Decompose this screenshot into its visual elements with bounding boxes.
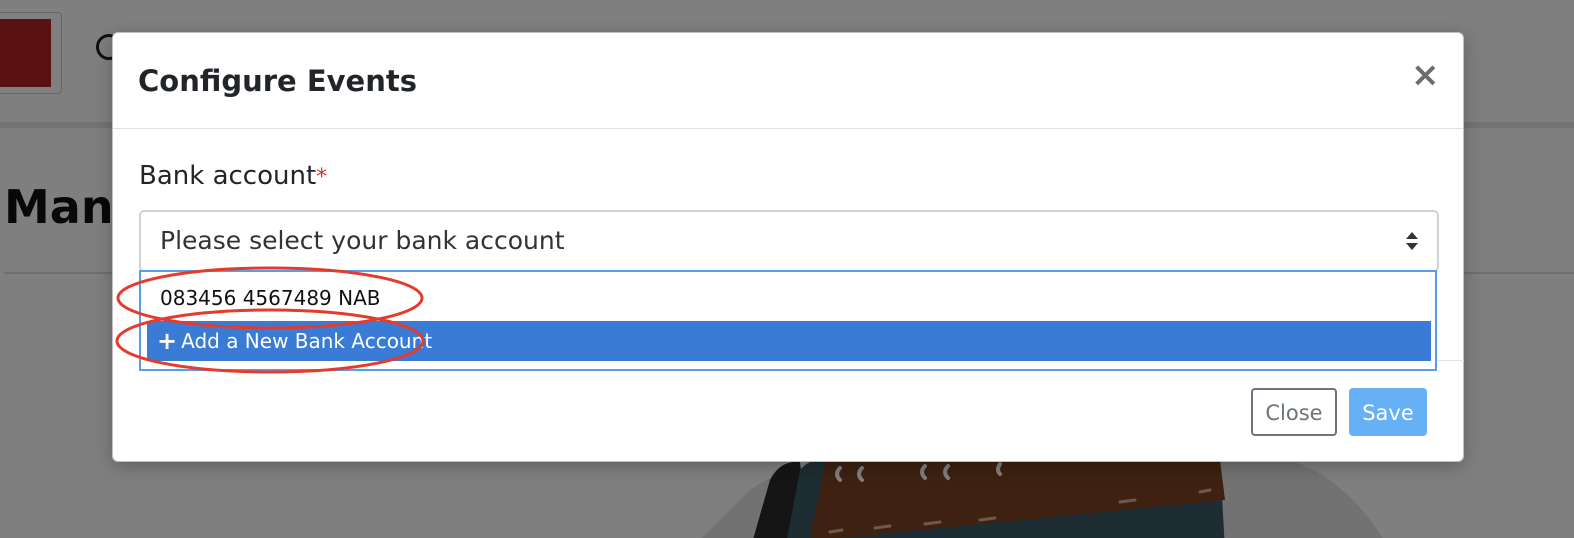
option-add-new-account[interactable]: + Add a New Bank Account [147, 321, 1431, 361]
footer-divider [1438, 360, 1464, 361]
option-existing-account[interactable]: 083456 4567489 NAB [147, 278, 1431, 318]
required-marker: * [316, 165, 328, 190]
option-label: 083456 4567489 NAB [160, 286, 381, 310]
save-button[interactable]: Save [1349, 388, 1427, 436]
close-button[interactable]: Close [1251, 388, 1337, 436]
close-icon[interactable]: × [1411, 58, 1440, 92]
configure-events-modal: Configure Events × Bank account* Please … [112, 32, 1464, 462]
option-label: Add a New Bank Account [181, 329, 433, 353]
plus-icon: + [157, 327, 178, 355]
bank-account-select[interactable]: Please select your bank account [139, 210, 1439, 272]
modal-header: Configure Events × [113, 33, 1463, 129]
bank-account-label-text: Bank account [139, 161, 317, 191]
app-page: Mana Configure Events × Bank account* Pl… [0, 0, 1574, 538]
select-placeholder: Please select your bank account [160, 226, 565, 255]
modal-title: Configure Events [138, 64, 417, 98]
bank-account-options: 083456 4567489 NAB + Add a New Bank Accou… [139, 270, 1437, 371]
sort-arrows-icon [1406, 232, 1418, 250]
bank-account-label: Bank account* [139, 159, 327, 195]
